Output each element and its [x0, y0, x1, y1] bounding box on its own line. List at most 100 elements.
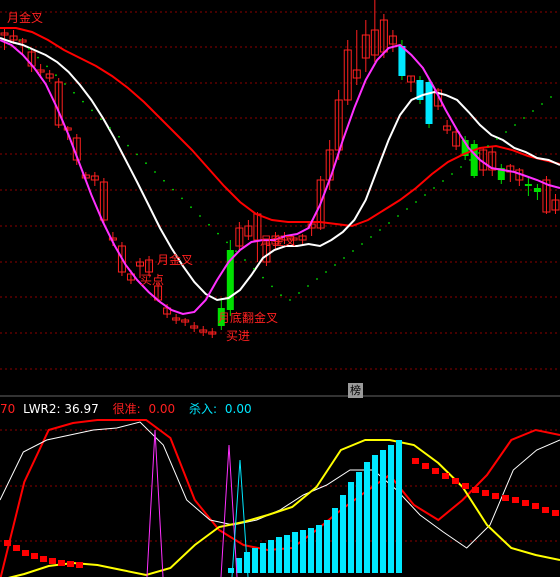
red-square	[4, 540, 11, 546]
sar-dot	[406, 208, 408, 210]
sar-dot	[235, 250, 237, 253]
sar-dot	[469, 159, 471, 161]
cyan-bar	[276, 537, 282, 573]
sar-dot	[433, 187, 435, 189]
candlestick-chart: 月金叉月金叉买点月底翻金叉买进月金叉	[0, 0, 560, 577]
red-square	[532, 503, 539, 509]
red-square	[58, 560, 65, 566]
cyan-bar	[348, 482, 354, 573]
sar-dot	[199, 215, 201, 217]
red-square	[552, 510, 559, 516]
cyan-bar	[364, 462, 370, 573]
sar-dot	[154, 171, 156, 173]
sar-dot	[388, 222, 390, 224]
red-square	[22, 550, 29, 556]
sar-dot	[379, 229, 381, 231]
sar-dot	[100, 118, 102, 121]
sar-dot	[181, 197, 183, 200]
lwr1-fragment: 70	[0, 402, 16, 416]
sar-dot	[244, 259, 246, 261]
cyan-bar	[332, 508, 338, 573]
red-square	[422, 463, 429, 469]
sar-dot	[127, 144, 129, 147]
cyan-bar	[252, 548, 258, 573]
ma-magenta-line	[0, 39, 560, 316]
sar-dot	[487, 145, 489, 147]
cyan-bar	[284, 535, 290, 573]
sar-dot	[460, 166, 462, 168]
sar-dot	[55, 74, 57, 77]
sar-dot	[172, 188, 174, 191]
cyan-bar	[372, 455, 378, 573]
cyan-bar	[260, 543, 266, 573]
sar-dot	[253, 267, 255, 270]
cyan-bar	[300, 530, 306, 573]
sar-dot	[64, 83, 66, 85]
signal-label: 月金叉	[157, 252, 193, 267]
red-square	[40, 556, 47, 562]
sar-dot	[307, 285, 309, 287]
red-square	[482, 490, 489, 496]
sar-dot	[505, 131, 507, 133]
red-square	[522, 500, 529, 506]
cyan-bar	[340, 495, 346, 573]
sar-dot	[316, 278, 318, 280]
sar-dot	[118, 135, 120, 138]
sar-dot	[451, 173, 453, 175]
sar-dot	[91, 109, 93, 112]
sar-dot	[424, 194, 426, 196]
indicator-header: 70 LWR2: 36.97 很准: 0.00 杀入: 0.00	[0, 400, 256, 416]
sar-dot	[496, 138, 498, 140]
sar-dot	[217, 232, 219, 235]
sar-dot	[514, 124, 516, 126]
badge[interactable]: 榜	[348, 383, 363, 398]
red-square	[442, 473, 449, 479]
sar-dot	[109, 127, 111, 129]
cyan-bar	[380, 450, 386, 573]
sar-dot	[352, 250, 354, 252]
sar-dot	[28, 47, 30, 50]
cyan-bar	[228, 568, 234, 573]
c2-label: 杀入:	[189, 402, 218, 416]
sar-dot	[442, 180, 444, 182]
red-square	[432, 468, 439, 474]
red-square	[76, 562, 83, 568]
red-square	[49, 558, 56, 564]
red-square	[462, 483, 469, 489]
red-square	[512, 497, 519, 503]
chart-root: 月金叉 月金叉 买点 月底翻金叉 买进 月金叉 榜 70 LWR2: 36.97 很准: …	[0, 0, 560, 577]
sar-dot	[397, 215, 399, 217]
signal-label: 买点	[140, 273, 164, 287]
lwr2-value: 36.97	[64, 402, 99, 416]
sar-dot	[190, 206, 192, 209]
c1-label: 很准:	[112, 402, 141, 416]
sar-dot	[163, 179, 165, 182]
candle-body	[533, 188, 541, 192]
red-square	[492, 493, 499, 499]
sar-dot	[82, 100, 84, 103]
candle-body	[425, 82, 433, 124]
sar-dot	[136, 153, 138, 156]
sar-dot	[532, 110, 534, 112]
cyan-bar	[356, 472, 362, 573]
sar-dot	[523, 117, 525, 119]
signal-label: 月金叉	[260, 233, 296, 248]
signal-label: 月金叉	[7, 10, 43, 25]
cyan-bar	[396, 440, 402, 573]
sar-dot	[370, 236, 372, 238]
c1-value: 0.00	[148, 402, 176, 416]
sar-dot	[37, 56, 39, 59]
red-square	[13, 545, 20, 551]
sar-dot	[262, 276, 264, 279]
red-square	[542, 507, 549, 513]
candle-body	[398, 46, 406, 76]
red-square	[31, 553, 38, 559]
red-square	[452, 478, 459, 484]
spike-line	[146, 429, 164, 577]
sar-dot	[541, 103, 543, 105]
sar-dot	[19, 39, 21, 41]
sar-dot	[343, 257, 345, 259]
sar-dot	[145, 162, 147, 165]
sar-dot	[208, 223, 210, 226]
sar-dot	[478, 152, 480, 154]
